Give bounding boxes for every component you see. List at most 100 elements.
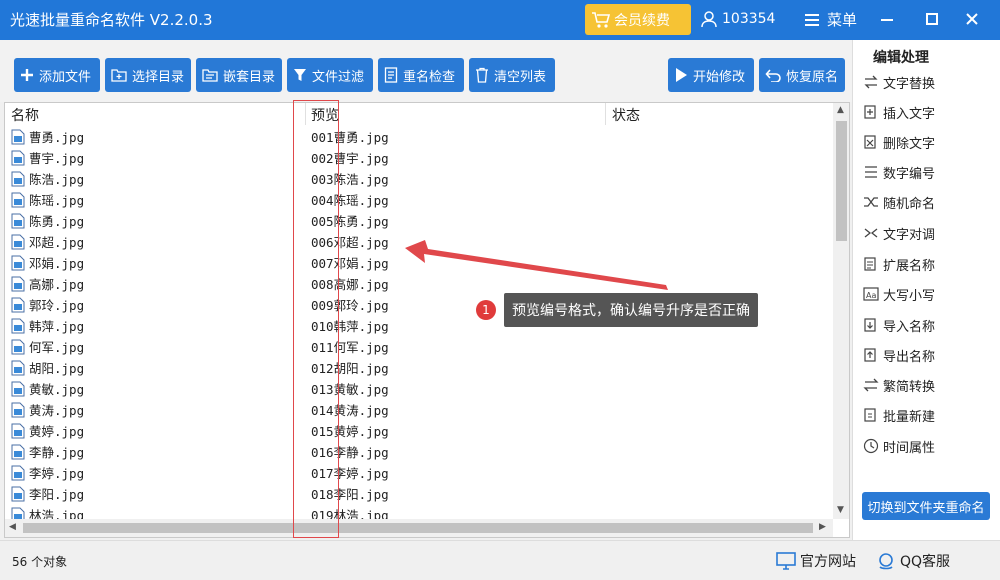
file-name: 郭玲.jpg <box>29 298 85 313</box>
table-row[interactable]: 林浩.jpg 019林浩.jpg <box>5 503 833 519</box>
sidebar-title: 编辑处理 <box>873 50 929 66</box>
scroll-right-icon[interactable]: ▶ <box>819 522 826 532</box>
file-name-cell: 李静.jpg <box>11 442 84 461</box>
sidebar-item-shuffle[interactable]: 随机命名 <box>863 190 935 214</box>
dup-check-button[interactable]: 重名检查 <box>378 58 464 92</box>
user-account[interactable]: 103354 <box>700 10 775 28</box>
table-row[interactable]: 何军.jpg 011何军.jpg <box>5 335 833 356</box>
close-button[interactable] <box>961 8 983 30</box>
sidebar-item-replace[interactable]: 文字替换 <box>863 70 935 94</box>
menu-button[interactable]: 菜单 <box>805 9 857 30</box>
sidebar-item-swap[interactable]: 文字对调 <box>863 221 935 245</box>
start-modify-button[interactable]: 开始修改 <box>668 58 754 92</box>
clear-list-button[interactable]: 清空列表 <box>469 58 555 92</box>
edit-sidebar: 编辑处理 文字替换 插入文字 删除文字 数字编号 随机命名 文字对调 扩展名称 Aa 大写小写导… <box>852 40 1000 540</box>
nested-dir-button[interactable]: 嵌套目录 <box>196 58 282 92</box>
table-row[interactable]: 胡阳.jpg 012胡阳.jpg <box>5 356 833 377</box>
table-row[interactable]: 黄婷.jpg 015黄婷.jpg <box>5 419 833 440</box>
restore-name-button[interactable]: 恢复原名 <box>759 58 845 92</box>
dup-check-label: 重名检查 <box>403 69 456 85</box>
sidebar-item-delete-text[interactable]: 删除文字 <box>863 130 935 154</box>
column-divider[interactable] <box>305 103 306 125</box>
file-name: 邓娟.jpg <box>29 256 85 271</box>
table-row[interactable]: 李阳.jpg 018李阳.jpg <box>5 482 833 503</box>
sidebar-item-numbering[interactable]: 数字编号 <box>863 160 935 184</box>
file-filter-button[interactable]: 文件过滤 <box>287 58 373 92</box>
sidebar-item-export[interactable]: 导出名称 <box>863 343 935 367</box>
horizontal-scrollbar[interactable]: ◀ ▶ <box>5 519 833 537</box>
table-row[interactable]: 邓娟.jpg 007邓娟.jpg <box>5 251 833 272</box>
image-file-icon <box>11 255 25 270</box>
file-name: 李静.jpg <box>29 445 85 460</box>
sidebar-item-batch-new[interactable]: 批量新建 <box>863 403 935 427</box>
table-row[interactable]: 邓超.jpg 006邓超.jpg <box>5 230 833 251</box>
file-name: 胡阳.jpg <box>29 361 85 376</box>
table-row[interactable]: 李静.jpg 016李静.jpg <box>5 440 833 461</box>
table-row[interactable]: 陈勇.jpg 005陈勇.jpg <box>5 209 833 230</box>
sidebar-item-label: 繁简转换 <box>883 379 936 395</box>
table-row[interactable]: 黄涛.jpg 014黄涛.jpg <box>5 398 833 419</box>
minimize-button[interactable] <box>876 8 898 30</box>
hamburger-icon <box>805 13 819 26</box>
file-name: 何军.jpg <box>29 340 85 355</box>
scroll-up-icon[interactable]: ▲ <box>837 105 844 115</box>
table-row[interactable]: 高娜.jpg 008高娜.jpg <box>5 272 833 293</box>
vertical-scrollbar[interactable]: ▲ ▼ <box>833 103 849 519</box>
sidebar-item-extension[interactable]: 扩展名称 <box>863 252 935 276</box>
add-file-button[interactable]: 添加文件 <box>14 58 100 92</box>
insert-icon <box>864 105 876 119</box>
headset-icon <box>879 553 893 570</box>
extension-icon <box>864 257 876 271</box>
table-row[interactable]: 黄敏.jpg 013黄敏.jpg <box>5 377 833 398</box>
image-file-icon <box>11 234 25 249</box>
annotation-text: 预览编号格式，确认编号升序是否正确 <box>504 293 758 327</box>
file-name: 黄敏.jpg <box>29 382 85 397</box>
table-row[interactable]: 李婷.jpg 017李婷.jpg <box>5 461 833 482</box>
annotation-tooltip: 1 预览编号格式，确认编号升序是否正确 <box>476 293 758 327</box>
image-file-icon <box>11 339 25 354</box>
preview-name: 016李静.jpg <box>311 445 389 460</box>
numbering-icon <box>865 166 877 178</box>
sidebar-item-label: 导入名称 <box>883 319 936 335</box>
preview-name: 002曹宇.jpg <box>311 151 389 166</box>
select-dir-button[interactable]: 选择目录 <box>105 58 191 92</box>
column-header-status[interactable]: 状态 <box>612 105 640 125</box>
preview-name: 009郭玲.jpg <box>311 298 389 313</box>
image-file-icon <box>11 276 25 291</box>
column-header-preview[interactable]: 预览 <box>311 105 339 125</box>
table-row[interactable]: 曹宇.jpg 002曹宇.jpg <box>5 146 833 167</box>
column-divider[interactable] <box>605 103 606 125</box>
sidebar-item-convert[interactable]: 繁简转换 <box>863 373 935 397</box>
preview-name: 012胡阳.jpg <box>311 361 389 376</box>
official-website-label: 官方网站 <box>800 554 856 570</box>
sidebar-item-insert[interactable]: 插入文字 <box>863 100 935 124</box>
file-name-cell: 李婷.jpg <box>11 463 84 482</box>
file-name-cell: 林浩.jpg <box>11 505 84 519</box>
image-file-icon <box>11 444 25 459</box>
export-icon <box>864 348 876 362</box>
column-header-name[interactable]: 名称 <box>11 105 39 125</box>
sidebar-item-clock[interactable]: 时间属性 <box>863 434 935 458</box>
scroll-left-icon[interactable]: ◀ <box>9 522 16 532</box>
user-icon <box>701 11 717 28</box>
file-name-cell: 陈瑶.jpg <box>11 190 84 209</box>
table-row[interactable]: 曹勇.jpg 001曹勇.jpg <box>5 125 833 146</box>
monitor-icon <box>776 552 796 570</box>
scroll-down-icon[interactable]: ▼ <box>837 505 844 515</box>
maximize-button[interactable] <box>921 8 943 30</box>
sidebar-item-import[interactable]: 导入名称 <box>863 313 935 337</box>
delete-text-icon <box>864 135 876 149</box>
file-name: 陈浩.jpg <box>29 172 85 187</box>
switch-folder-rename-button[interactable]: 切换到文件夹重命名 <box>862 492 990 520</box>
vip-renew-button[interactable]: 会员续费 <box>585 4 691 35</box>
preview-name: 005陈勇.jpg <box>311 214 389 229</box>
horizontal-scroll-thumb[interactable] <box>23 523 813 533</box>
table-row[interactable]: 陈瑶.jpg 004陈瑶.jpg <box>5 188 833 209</box>
qq-support-link[interactable]: QQ客服 <box>876 551 950 571</box>
file-name-cell: 高娜.jpg <box>11 274 84 293</box>
vertical-scroll-thumb[interactable] <box>836 121 847 241</box>
table-row[interactable]: 陈浩.jpg 003陈浩.jpg <box>5 167 833 188</box>
sidebar-item-case[interactable]: Aa 大写小写 <box>863 282 935 306</box>
official-website-link[interactable]: 官方网站 <box>776 551 856 571</box>
preview-name: 007邓娟.jpg <box>311 256 389 271</box>
